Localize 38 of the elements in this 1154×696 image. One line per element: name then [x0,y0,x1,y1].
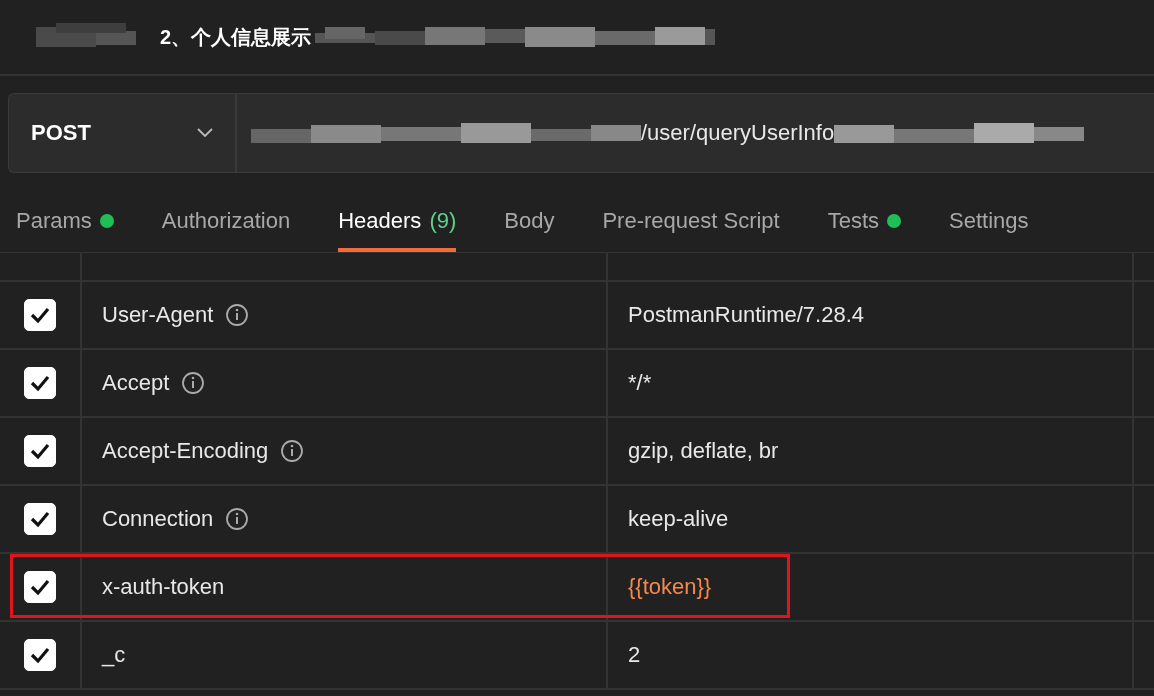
checkmark-icon [29,442,51,460]
header-key: User-Agent [102,302,214,328]
checkbox[interactable] [24,571,56,603]
header-key: x-auth-token [102,574,225,600]
info-icon [225,303,250,327]
header-key: Connection [102,506,214,532]
header-value: keep-alive [628,506,729,532]
header-key: _c [102,642,126,668]
header-value: {{token}} [628,574,712,600]
tab[interactable]: Tests [827,190,902,252]
tab[interactable]: Headers (9) [338,190,457,252]
tab[interactable]: Params [16,190,114,252]
status-dot-icon [99,214,114,228]
header-key: Accept [102,370,170,396]
info-icon [280,439,305,463]
tab[interactable]: Settings [949,190,1029,252]
checkmark-icon [29,646,51,664]
tab[interactable]: Authorization [161,190,291,252]
header-key: Accept-Encoding [102,438,269,464]
header-value: gzip, deflate, br [628,438,779,464]
info-icon [225,507,250,531]
checkmark-icon [29,578,51,596]
info-icon [181,371,206,395]
checkbox[interactable] [24,299,56,331]
header-value: PostmanRuntime/7.28.4 [628,302,865,328]
header-value: */* [628,370,652,396]
request-title: 2、个人信息展示 [160,24,312,50]
checkbox[interactable] [24,639,56,671]
checkbox[interactable] [24,435,56,467]
tab[interactable]: Pre-request Script [602,190,780,252]
status-dot-icon [887,214,902,228]
checkbox[interactable] [24,503,56,535]
checkmark-icon [29,510,51,528]
checkbox[interactable] [24,367,56,399]
checkmark-icon [29,374,51,392]
checkmark-icon [29,306,51,324]
tab[interactable]: Body [504,190,555,252]
header-value: 2 [628,642,641,668]
